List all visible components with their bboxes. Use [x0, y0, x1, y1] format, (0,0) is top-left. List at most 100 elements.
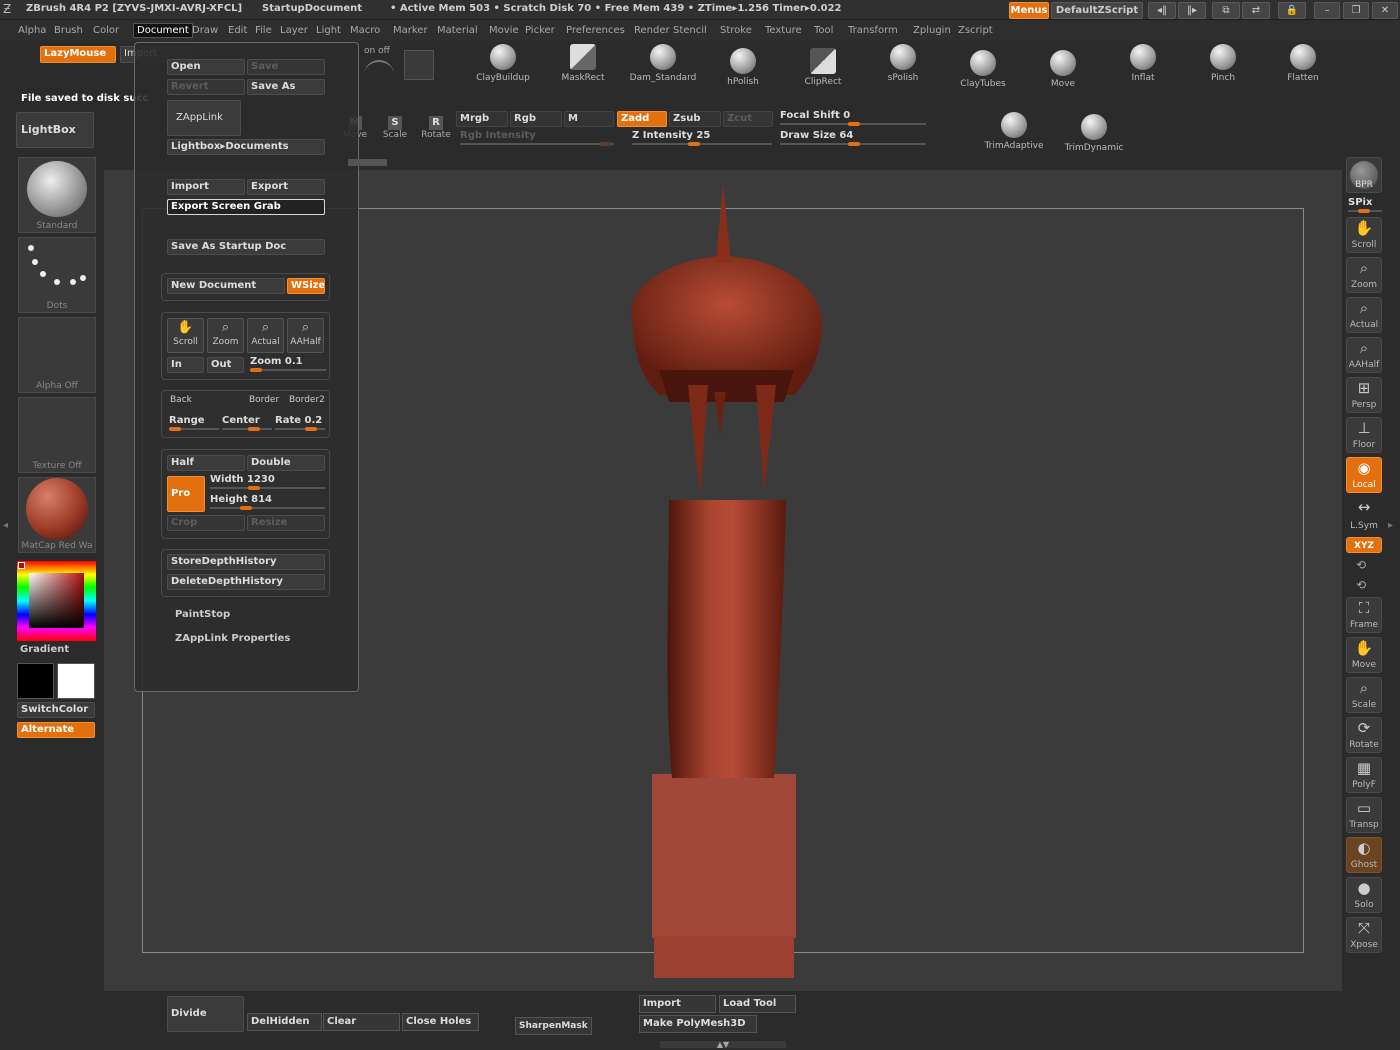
default-zscript-button[interactable]: DefaultZScript [1051, 2, 1143, 19]
store-depth-history-button[interactable]: StoreDepthHistory [167, 554, 325, 570]
draw-size-knob[interactable] [848, 142, 860, 146]
menu-document[interactable]: Document [133, 23, 193, 38]
menu-zscript[interactable]: Zscript [958, 25, 993, 36]
rate-knob[interactable] [305, 427, 317, 431]
brush-trimadaptive[interactable]: TrimAdaptive [976, 112, 1052, 151]
make-polymesh-button[interactable]: Make PolyMesh3D [639, 1015, 757, 1033]
view-floor-button[interactable]: ⊥ Floor [1346, 417, 1382, 453]
save-as-button[interactable]: Save As [247, 79, 325, 95]
menu-render[interactable]: Render [634, 25, 670, 36]
view-lsym-button[interactable]: ↔ L.Sym [1346, 497, 1382, 533]
width-slider[interactable]: Width 1230 [210, 474, 325, 490]
menus-toggle-button[interactable]: Menus [1009, 2, 1049, 19]
delhidden-button[interactable]: DelHidden [247, 1013, 322, 1031]
doc-actual-button[interactable]: ⌕ Actual [247, 318, 284, 353]
zadd-button[interactable]: Zadd [617, 111, 667, 127]
menu-layer[interactable]: Layer [280, 25, 308, 36]
doc-zoom-button[interactable]: ⌕ Zoom [207, 318, 244, 353]
brush-spolish[interactable]: sPolish [865, 44, 941, 83]
divide-button[interactable]: Divide [167, 996, 244, 1032]
spix-knob[interactable] [1358, 209, 1370, 213]
brush-pinch[interactable]: Pinch [1185, 44, 1261, 83]
height-knob[interactable] [240, 506, 252, 510]
secondary-color-swatch[interactable] [17, 663, 54, 699]
menu-marker[interactable]: Marker [393, 25, 428, 36]
new-document-button[interactable]: New Document [167, 278, 285, 294]
view-move-button[interactable]: ✋ Move [1346, 637, 1382, 673]
wsize-button[interactable]: WSize [287, 278, 325, 294]
zapplink-properties-item[interactable]: ZAppLink Properties [175, 633, 290, 644]
layout-swap-icon[interactable]: ⇄ [1242, 2, 1270, 19]
zcut-button[interactable]: Zcut [723, 111, 773, 127]
bottom-tray-arrow-icon[interactable]: ▲▼ [660, 1041, 786, 1049]
rgb-intensity-slider[interactable]: Rgb Intensity [460, 130, 614, 146]
menu-transform[interactable]: Transform [848, 25, 898, 36]
import-tool-button[interactable]: Import [639, 995, 716, 1013]
menu-texture[interactable]: Texture [765, 25, 802, 36]
menu-macro[interactable]: Macro [350, 25, 380, 36]
view-ghost-button[interactable]: ◐ Ghost [1346, 837, 1382, 873]
resize-button[interactable]: Resize [247, 515, 325, 531]
menu-alpha[interactable]: Alpha [18, 25, 46, 36]
view-polyf-button[interactable]: ▦ PolyF [1346, 757, 1382, 793]
primary-color-swatch[interactable] [57, 663, 95, 699]
double-button[interactable]: Double [247, 455, 325, 471]
lock-icon[interactable]: 🔒 [1278, 2, 1306, 19]
symmetry-rotate-icon[interactable]: ⟲ [1356, 578, 1366, 592]
spix-slider[interactable]: SPix [1348, 197, 1382, 213]
menu-zplugin[interactable]: Zplugin [913, 25, 951, 36]
material-thumbnail[interactable]: MatCap Red Wa [18, 477, 96, 553]
menu-stroke[interactable]: Stroke [720, 25, 752, 36]
menu-draw[interactable]: Draw [192, 25, 218, 36]
height-slider[interactable]: Height 814 [210, 494, 325, 510]
range-slider[interactable]: Range [169, 415, 219, 431]
border-label[interactable]: Border [249, 395, 279, 405]
import-doc-button[interactable]: Import [167, 179, 245, 195]
right-tray-arrow-icon[interactable]: ▸ [1388, 520, 1393, 531]
brush-flatten[interactable]: Flatten [1265, 44, 1341, 83]
close-holes-button[interactable]: Close Holes [402, 1013, 479, 1031]
export-screen-grab-button[interactable]: Export Screen Grab [167, 199, 325, 215]
view-persp-button[interactable]: ⊞ Persp [1346, 377, 1382, 413]
color-picker[interactable] [17, 561, 96, 641]
menu-stencil[interactable]: Stencil [673, 25, 707, 36]
scale-mode-button[interactable]: S Scale [380, 114, 410, 146]
brush-claybuildup[interactable]: ClayBuildup [465, 44, 541, 83]
focal-shift-slider[interactable]: Focal Shift 0 [780, 110, 926, 126]
bpr-button[interactable]: BPR [1346, 157, 1382, 193]
brush-maskrect[interactable]: MaskRect [545, 44, 621, 83]
range-knob[interactable] [169, 427, 181, 431]
menu-movie[interactable]: Movie [489, 25, 519, 36]
minimize-icon[interactable]: – [1314, 2, 1340, 19]
crop-button[interactable]: Crop [167, 515, 245, 531]
revert-button[interactable]: Revert [167, 79, 245, 95]
menu-edit[interactable]: Edit [228, 25, 247, 36]
doc-zoom-slider[interactable]: Zoom 0.1 [250, 356, 326, 372]
view-actual-button[interactable]: ⌕ Actual [1346, 297, 1382, 333]
save-startup-doc-button[interactable]: Save As Startup Doc [167, 239, 325, 255]
focal-shift-knob[interactable] [848, 122, 860, 126]
lightbox-button[interactable]: LightBox [16, 112, 94, 148]
brush-cliprect[interactable]: ClipRect [785, 48, 861, 87]
menu-preferences[interactable]: Preferences [566, 25, 625, 36]
view-xpose-button[interactable]: ⤧ Xpose [1346, 917, 1382, 953]
doc-zoom-knob[interactable] [250, 368, 262, 372]
z-intensity-slider[interactable]: Z Intensity 25 [632, 130, 772, 146]
zoom-out-button[interactable]: Out [207, 357, 244, 373]
doc-scroll-button[interactable]: ✋ Scroll [167, 318, 204, 353]
view-aahalf-button[interactable]: ⌕ AAHalf [1346, 337, 1382, 373]
half-button[interactable]: Half [167, 455, 245, 471]
brush-move[interactable]: Move [1025, 50, 1101, 89]
left-tray-arrow-icon[interactable]: ◂ [3, 520, 8, 531]
draw-size-slider[interactable]: Draw Size 64 [780, 130, 926, 146]
export-doc-button[interactable]: Export [247, 179, 325, 195]
view-scale-button[interactable]: ⌕ Scale [1346, 677, 1382, 713]
close-icon[interactable]: ✕ [1372, 2, 1398, 19]
pro-button[interactable]: Pro [167, 476, 205, 512]
center-slider[interactable]: Center [222, 415, 272, 431]
maximize-icon[interactable]: ❐ [1343, 2, 1369, 19]
lazymouse-button[interactable]: LazyMouse [40, 46, 116, 63]
view-local-button[interactable]: ◉ Local [1346, 457, 1382, 493]
sharpenmask-button[interactable]: SharpenMask [515, 1017, 592, 1035]
rgb-intensity-knob[interactable] [600, 142, 612, 146]
